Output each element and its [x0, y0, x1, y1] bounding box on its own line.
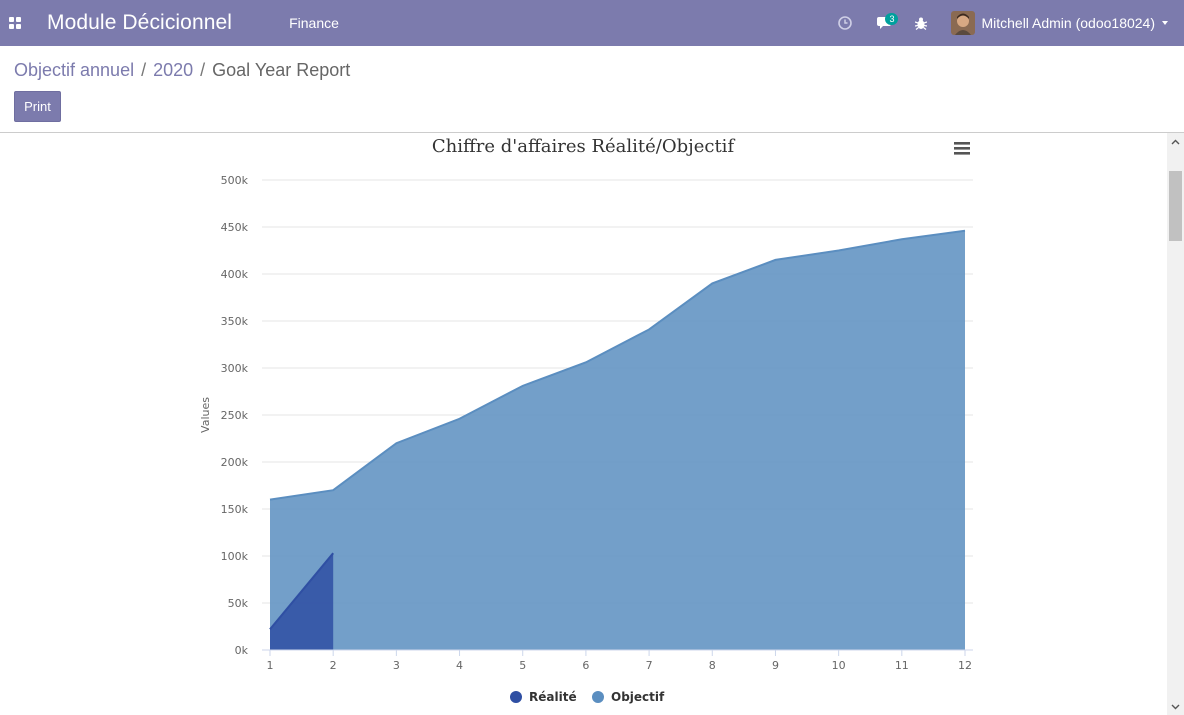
x-tick-label: 12: [958, 659, 972, 672]
y-tick-label: 100k: [221, 550, 249, 563]
top-navbar: Module Décicionnel Finance 3 Mitchell Ad…: [0, 0, 1184, 46]
breadcrumb-item-2020[interactable]: 2020: [153, 60, 193, 81]
apps-menu-icon[interactable]: [1, 0, 29, 46]
chevron-down-icon: [1162, 21, 1168, 25]
y-axis-title: Values: [199, 397, 212, 433]
navbar-systray: 3 Mitchell Admin (odoo18024): [823, 0, 1184, 46]
breadcrumb-active: Goal Year Report: [212, 60, 351, 80]
chart-title: Chiffre d'affaires Réalité/Objectif: [432, 136, 736, 157]
chat-icon[interactable]: 3: [867, 0, 903, 46]
avatar: [951, 11, 976, 35]
legend-marker: [592, 691, 604, 703]
y-tick-label: 400k: [221, 268, 249, 281]
scroll-up-arrow-icon[interactable]: [1167, 133, 1184, 150]
clock-icon[interactable]: [823, 0, 867, 46]
legend-marker: [510, 691, 522, 703]
x-tick-label: 7: [646, 659, 653, 672]
legend-label: Réalité: [529, 690, 577, 704]
series-area-objectif: [270, 230, 965, 650]
breadcrumb-item-objectif-annuel[interactable]: Objectif annuel: [14, 60, 134, 81]
x-tick-label: 3: [393, 659, 400, 672]
bug-icon[interactable]: [903, 0, 939, 46]
y-tick-label: 200k: [221, 456, 249, 469]
x-tick-label: 8: [709, 659, 716, 672]
y-tick-label: 300k: [221, 362, 249, 375]
breadcrumb-separator: /: [200, 60, 206, 80]
user-name: Mitchell Admin (odoo18024): [981, 15, 1155, 31]
y-tick-label: 50k: [228, 597, 249, 610]
legend-item[interactable]: Objectif: [592, 690, 665, 704]
user-menu[interactable]: Mitchell Admin (odoo18024): [951, 11, 1184, 35]
legend-item[interactable]: Réalité: [510, 690, 577, 704]
app-title: Module Décicionnel: [47, 11, 233, 34]
menu-finance[interactable]: Finance: [289, 15, 339, 31]
vertical-scrollbar[interactable]: [1167, 133, 1184, 715]
y-tick-label: 350k: [221, 315, 249, 328]
x-tick-label: 6: [582, 659, 589, 672]
hamburger-menu-icon[interactable]: [954, 142, 970, 155]
chat-count-badge: 3: [885, 13, 899, 25]
x-tick-label: 2: [330, 659, 337, 672]
y-tick-label: 500k: [221, 174, 249, 187]
breadcrumb: Objectif annuel / 2020 / Goal Year Repor…: [14, 60, 350, 81]
x-tick-label: 4: [456, 659, 463, 672]
breadcrumb-separator: /: [141, 60, 147, 80]
scroll-down-arrow-icon[interactable]: [1167, 698, 1184, 715]
legend-label: Objectif: [611, 690, 665, 704]
area-chart: Chiffre d'affaires Réalité/Objectif 0k 50k…: [199, 136, 973, 704]
chart-container: Chiffre d'affaires Réalité/Objectif 0k 50k…: [0, 133, 1167, 715]
x-tick-label: 10: [832, 659, 846, 672]
y-tick-label: 450k: [221, 221, 249, 234]
x-tick-label: 1: [267, 659, 274, 672]
y-tick-label: 250k: [221, 409, 249, 422]
x-tick-label: 5: [519, 659, 526, 672]
x-tick-label: 9: [772, 659, 779, 672]
y-tick-label: 150k: [221, 503, 249, 516]
print-button[interactable]: Print: [14, 91, 61, 122]
x-tick-label: 11: [895, 659, 909, 672]
y-tick-label: 0k: [235, 644, 249, 657]
scrollbar-thumb[interactable]: [1169, 171, 1182, 241]
